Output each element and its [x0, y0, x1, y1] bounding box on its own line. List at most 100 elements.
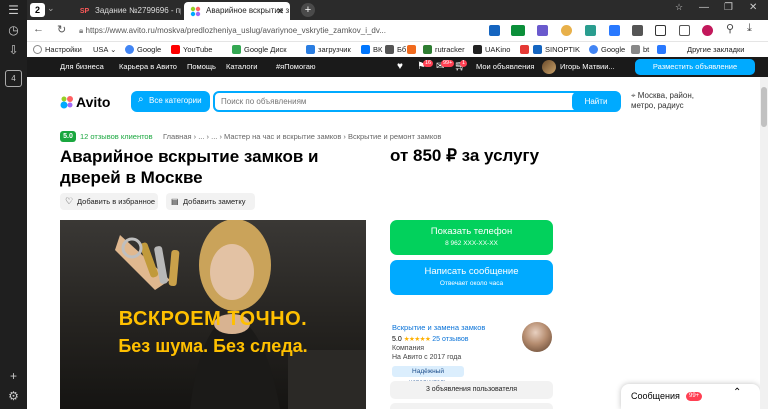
extension-icon[interactable]	[585, 25, 596, 36]
nav-business[interactable]: Для бизнеса	[60, 57, 104, 77]
google-icon	[125, 45, 134, 54]
nav-ya-pomogayu[interactable]: #яПомогаю	[276, 57, 316, 77]
address-field[interactable]: 🔒︎ https://www.avito.ru/moskva/predlozhe…	[79, 23, 479, 39]
note-icon: ▤	[171, 197, 179, 206]
tab-count-icon[interactable]: 4	[5, 70, 22, 87]
avito-logo-icon	[60, 96, 73, 109]
reload-icon[interactable]: ↻	[57, 23, 66, 36]
seller-avatar[interactable]	[522, 322, 552, 352]
post-ad-button[interactable]: Разместить объявление	[635, 59, 755, 75]
bookmark-sinoptik[interactable]: SINOPTIK	[533, 44, 580, 55]
bookmark-google-drive[interactable]: Google Диск	[232, 44, 287, 55]
minimize-icon[interactable]: —	[699, 2, 709, 13]
new-tab-button[interactable]: +	[301, 3, 315, 17]
scrollbar[interactable]	[760, 77, 768, 409]
bookmark-rutracker[interactable]: rutracker	[423, 44, 465, 55]
nav-careers[interactable]: Карьера в Авито	[119, 57, 177, 77]
search-input[interactable]	[221, 95, 561, 108]
menu-icon[interactable]: ☰	[5, 2, 22, 19]
bt-icon	[631, 45, 640, 54]
bb-icon	[385, 45, 394, 54]
user-name[interactable]: Игорь Матвии...	[560, 57, 615, 77]
history-icon[interactable]: ◷	[5, 22, 22, 39]
avito-logo[interactable]: Avito	[60, 94, 120, 110]
tab-task[interactable]: SP Задание №2799696 - про	[73, 2, 181, 20]
bookmark-star-icon[interactable]: ☆	[675, 2, 683, 13]
messages-widget[interactable]: Сообщения 99+ ⌃	[621, 384, 760, 409]
extension-icon[interactable]	[679, 25, 690, 36]
panel-settings-icon[interactable]: ⚙	[5, 388, 22, 405]
add-panel-icon[interactable]: +	[5, 368, 22, 385]
extension-icon[interactable]	[655, 25, 666, 36]
other-bookmarks[interactable]: Другие закладки	[687, 44, 744, 55]
subscribe-button[interactable]	[390, 403, 553, 409]
chevron-up-icon[interactable]: ⌃	[733, 387, 741, 398]
tabs-dropdown-icon[interactable]: ⌄	[47, 3, 55, 14]
write-message-button[interactable]: Написать сообщение Отвечает около часа	[390, 260, 553, 295]
extension-icon[interactable]	[702, 25, 713, 36]
seller-reviews-link[interactable]: 25 отзывов	[432, 336, 468, 343]
orange-icon	[407, 45, 416, 54]
bookmark-settings[interactable]: Настройки	[33, 44, 82, 55]
tab-avito-active[interactable]: Аварийное вскрытие з ✕	[184, 2, 290, 20]
add-note-button[interactable]: ▤ Добавить заметку	[166, 193, 255, 210]
seller-since: На Авито с 2017 года	[392, 354, 462, 361]
back-icon[interactable]: ←	[33, 23, 44, 35]
avatar[interactable]	[542, 60, 556, 74]
extension-icon[interactable]	[632, 25, 643, 36]
breadcrumb[interactable]: Главная › ... › ... › Мастер на час и вс…	[163, 132, 441, 141]
drive-icon	[232, 45, 241, 54]
bookmark-bt[interactable]: bt	[631, 44, 649, 55]
heart-icon[interactable]: ♥	[397, 57, 403, 77]
bookmark-google[interactable]: Google	[125, 44, 161, 55]
nav-catalogs[interactable]: Каталоги	[226, 57, 257, 77]
bookmark-downloader[interactable]: загрузчик	[306, 44, 351, 55]
maximize-icon[interactable]: ❐	[724, 2, 733, 13]
badge-notifications: 99+	[441, 60, 455, 67]
price: от 850 ₽ за услугу	[390, 146, 540, 165]
bookmark-vk[interactable]: ВК	[361, 44, 382, 55]
bookmark-usa[interactable]: USA ⌄	[93, 44, 116, 55]
nav-help[interactable]: Помощь	[187, 57, 216, 77]
bookmark-uakino[interactable]: UAKino	[473, 44, 510, 55]
bookmark-unknown[interactable]	[657, 44, 669, 55]
extension-icon[interactable]	[609, 25, 620, 36]
bookmark-unknown[interactable]	[520, 44, 532, 55]
reply-time: Отвечает около часа	[439, 280, 504, 287]
all-categories-button[interactable]: ⌕ Все категории	[131, 91, 210, 112]
scrollbar-thumb[interactable]	[761, 87, 767, 127]
vk-icon	[361, 45, 370, 54]
location-pin-icon: ⌖	[631, 91, 636, 100]
avito-favicon-icon	[190, 6, 201, 17]
close-window-icon[interactable]: ✕	[749, 2, 757, 13]
reviews-link[interactable]: 12 отзывов клиентов	[80, 132, 153, 141]
heart-outline-icon: ♡	[65, 196, 74, 206]
red-icon	[520, 45, 529, 54]
seller-ads-button[interactable]: 3 объявления пользователя	[390, 381, 553, 399]
downloads-icon[interactable]: ⤓	[747, 22, 752, 35]
download-icon[interactable]: ⇩	[5, 42, 22, 59]
photo-caption-2: Без шума. Без следа.	[118, 336, 308, 356]
extension-icon[interactable]	[489, 25, 500, 36]
avito-top-nav: Для бизнеса Карьера в Авито Помощь Катал…	[27, 57, 768, 77]
add-to-favorites-button[interactable]: ♡ Добавить в избранное	[60, 193, 158, 210]
search-button[interactable]: Найти	[572, 92, 620, 111]
puzzle-icon[interactable]: ⚲	[726, 22, 734, 35]
listing-photo[interactable]: ВСКРОЕМ ТОЧНО. Без шума. Без следа.	[60, 220, 366, 409]
seller-name-link[interactable]: Вскрытие и замена замков	[392, 323, 485, 332]
bookmark-youtube[interactable]: YouTube	[171, 44, 212, 55]
close-tab-icon[interactable]: ✕	[276, 2, 284, 20]
extension-icon[interactable]	[561, 25, 572, 36]
address-toolbar: ← ↻ 🔒︎ https://www.avito.ru/moskva/predl…	[27, 20, 768, 42]
extension-icon[interactable]	[511, 25, 525, 36]
bookmark-google-2[interactable]: Google	[589, 44, 625, 55]
seller-rating: 5.0 ★★★★★ 25 отзывов	[392, 336, 469, 343]
my-ads-link[interactable]: Мои объявления	[476, 57, 535, 77]
bookmark-unknown[interactable]	[407, 44, 419, 55]
location-selector[interactable]: ⌖ Москва, район, метро, радиус	[631, 91, 716, 111]
bookmark-bb[interactable]: Бб	[385, 44, 406, 55]
tab-counter[interactable]: 2	[30, 3, 45, 17]
show-phone-button[interactable]: Показать телефон 8 962 XXX-XX-XX	[390, 220, 553, 255]
reliable-badge: Надёжный исполнитель	[392, 366, 464, 386]
extension-icon[interactable]	[537, 25, 548, 36]
